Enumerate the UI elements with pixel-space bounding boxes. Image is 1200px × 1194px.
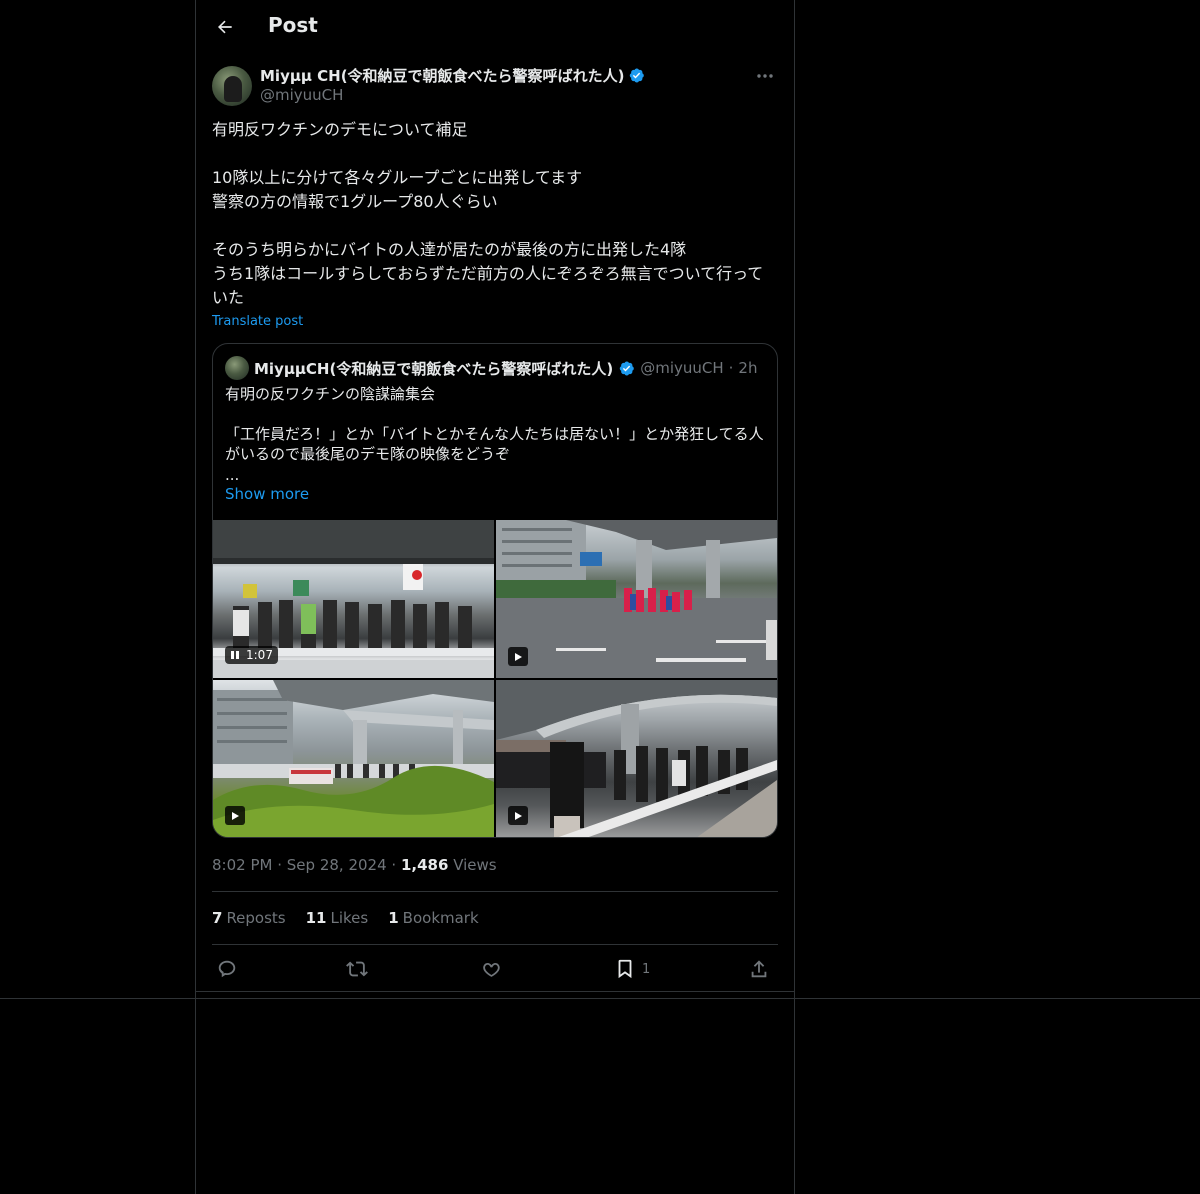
video-duration-badge: 1:07 xyxy=(225,646,278,664)
quote-author-handle: @miyuuCH xyxy=(640,359,724,377)
translate-post-link[interactable]: Translate post xyxy=(212,314,303,329)
quote-author-name: MiyμμCH(令和納豆で朝飯食べたら警察呼ばれた人) xyxy=(254,359,614,378)
verified-icon xyxy=(618,360,635,377)
bookmark-count: 1 xyxy=(642,961,651,977)
video-thumbnail-2[interactable] xyxy=(496,520,777,678)
views-label: Views xyxy=(453,856,497,874)
video-thumbnail-1[interactable]: 1:07 xyxy=(213,520,494,678)
likes-stat[interactable]: 11 Likes xyxy=(306,909,369,927)
share-icon xyxy=(751,960,767,978)
media-grid: 1:07 xyxy=(213,520,777,837)
video-thumbnail-4[interactable] xyxy=(496,680,777,837)
reposts-count: 7 xyxy=(212,909,223,927)
bookmark-button[interactable]: 1 xyxy=(614,958,650,980)
separator: · xyxy=(277,856,287,874)
divider xyxy=(212,891,778,892)
reposts-stat[interactable]: 7 Reposts xyxy=(212,909,286,927)
bookmark-icon xyxy=(618,959,632,979)
play-icon xyxy=(515,811,522,820)
quote-age: 2h xyxy=(738,359,758,377)
quote-avatar xyxy=(225,356,249,380)
like-button[interactable] xyxy=(480,958,502,980)
video-play-badge xyxy=(508,647,528,666)
post-author: Miyμμ CH(令和納豆で朝飯食べたら警察呼ばれた人) @miyuuCH xyxy=(212,64,778,108)
views-count: 1,486 xyxy=(400,856,449,874)
play-icon xyxy=(232,811,239,820)
engagement-stats: 7 Reposts 11 Likes 1 Bookmark xyxy=(212,909,479,927)
horizontal-separator xyxy=(0,998,1200,999)
page-header: Post xyxy=(196,0,794,54)
divider xyxy=(212,944,778,945)
like-icon xyxy=(483,962,500,977)
quote-ellipsis: ... xyxy=(225,466,240,484)
show-more-link[interactable]: Show more xyxy=(225,485,309,503)
separator: · xyxy=(391,856,401,874)
reply-icon xyxy=(218,960,236,978)
quote-text: 有明の反ワクチンの陰謀論集会 「工作員だろ！」とか「バイトとかそんな人たちは居な… xyxy=(225,385,764,463)
main-column: Post Miyμμ CH(令和納豆で朝飯食べたら警察呼ばれた人) @miyuu… xyxy=(195,0,795,1194)
divider xyxy=(196,991,794,992)
post-timestamp: 8:02 PM · Sep 28, 2024 · 1,486 Views xyxy=(212,856,497,874)
action-bar: 1 xyxy=(212,956,778,984)
repost-icon xyxy=(346,961,368,977)
post-text: 有明反ワクチンのデモについて補足 10隊以上に分けて各々グループごとに出発してま… xyxy=(212,120,764,307)
author-name[interactable]: Miyμμ CH(令和納豆で朝飯食べたら警察呼ばれた人) xyxy=(260,65,624,86)
verified-icon xyxy=(628,67,645,84)
video-play-badge xyxy=(225,806,245,825)
repost-button[interactable] xyxy=(346,958,368,980)
bookmarks-label: Bookmark xyxy=(402,909,479,927)
video-play-badge xyxy=(508,806,528,825)
post-time[interactable]: 8:02 PM xyxy=(212,856,272,874)
share-button[interactable] xyxy=(748,958,770,980)
quote-separator: · xyxy=(728,359,734,377)
quoted-post[interactable]: MiyμμCH(令和納豆で朝飯食べたら警察呼ばれた人) @miyuuCH · 2… xyxy=(212,343,778,838)
more-icon xyxy=(757,74,773,78)
pause-icon xyxy=(231,651,239,659)
play-icon xyxy=(515,652,522,661)
more-button[interactable] xyxy=(754,66,776,86)
likes-count: 11 xyxy=(305,909,327,927)
reply-button[interactable] xyxy=(216,958,238,980)
quote-header: MiyμμCH(令和納豆で朝飯食べたら警察呼ばれた人) @miyuuCH · 2… xyxy=(225,356,758,380)
video-thumbnail-3[interactable] xyxy=(213,680,494,837)
bookmarks-count: 1 xyxy=(388,909,399,927)
avatar[interactable] xyxy=(212,66,252,106)
bookmarks-stat[interactable]: 1 Bookmark xyxy=(388,909,478,927)
likes-label: Likes xyxy=(330,909,369,927)
author-name-row[interactable]: Miyμμ CH(令和納豆で朝飯食べたら警察呼ばれた人) xyxy=(260,65,645,86)
post-date[interactable]: Sep 28, 2024 xyxy=(287,856,387,874)
arrow-left-icon xyxy=(218,20,232,34)
reposts-label: Reposts xyxy=(226,909,286,927)
video-duration: 1:07 xyxy=(246,648,273,662)
page-title: Post xyxy=(268,13,318,37)
back-button[interactable] xyxy=(210,12,240,42)
author-handle[interactable]: @miyuuCH xyxy=(260,86,343,104)
